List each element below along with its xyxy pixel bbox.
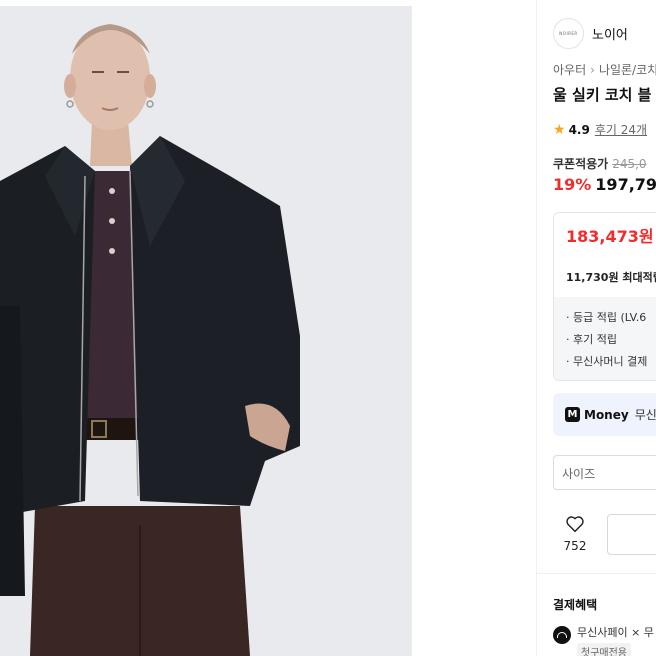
- sale-price: 197,790: [595, 175, 656, 194]
- points-item-review: · 후기 적립: [566, 333, 617, 346]
- product-image[interactable]: [0, 6, 412, 656]
- product-info-panel: NOIRER 노이어 아우터 › 나일론/코치 울 실키 코치 블 ★ 4.9 후기…: [537, 0, 656, 656]
- payment-benefit-text: 무신사페이 × 무: [577, 626, 654, 639]
- size-select[interactable]: 사이즈: [553, 455, 656, 490]
- musinsa-pay-icon: [553, 626, 571, 644]
- first-purchase-badge: 첫구매전용: [577, 643, 631, 656]
- breadcrumb: 아우터 › 나일론/코치: [553, 61, 656, 78]
- product-photo: [0, 6, 412, 656]
- money-label: Money: [584, 407, 629, 422]
- max-points: 11,730원 최대적립: [566, 271, 656, 284]
- points-item-grade: · 등급 적립 (LV.6: [566, 311, 647, 324]
- discount-rate: 19%: [553, 175, 592, 194]
- rating-row: ★ 4.9 후기 24개: [553, 121, 647, 138]
- brand-header[interactable]: NOIRER 노이어: [553, 18, 628, 49]
- brand-logo: NOIRER: [553, 18, 584, 49]
- points-item-money: · 무신사머니 결제: [566, 355, 648, 368]
- original-price: 245,0: [612, 157, 647, 171]
- heart-icon: [566, 516, 584, 533]
- section-divider: [537, 573, 656, 574]
- breadcrumb-item-outer[interactable]: 아우터: [553, 63, 586, 77]
- max-benefit-box[interactable]: 183,473원 최 11,730원 최대적립 · 등급 적립 (LV.6 · …: [553, 212, 656, 381]
- review-count-link[interactable]: 후기 24개: [595, 121, 647, 138]
- rating-value: 4.9: [568, 122, 590, 137]
- price-row: 19%197,790: [553, 175, 656, 194]
- payment-benefits-title: 결제혜택: [553, 598, 598, 612]
- product-title: 울 실키 코치 블: [553, 86, 652, 104]
- max-benefit-price: 183,473원 최: [566, 227, 656, 246]
- brand-name[interactable]: 노이어: [592, 24, 628, 43]
- chevron-right-icon: ›: [590, 63, 595, 77]
- coupon-price-row: 쿠폰적용가 245,0: [553, 155, 647, 172]
- breadcrumb-item-category[interactable]: 나일론/코치: [599, 63, 656, 77]
- like-button[interactable]: 752: [553, 515, 597, 553]
- coupon-label: 쿠폰적용가: [553, 157, 609, 171]
- purchase-button[interactable]: [607, 514, 656, 555]
- payment-benefit-item[interactable]: 무신사페이 × 무 첫구매전용: [553, 624, 654, 656]
- like-count: 752: [563, 539, 587, 553]
- money-text: 무신사: [634, 408, 656, 422]
- musinsa-money-icon: M: [565, 407, 580, 422]
- points-detail: · 등급 적립 (LV.6 · 후기 적립 · 무신사머니 결제: [554, 297, 656, 380]
- star-icon: ★: [553, 121, 566, 138]
- musinsa-money-banner[interactable]: M Money 무신사: [553, 393, 656, 436]
